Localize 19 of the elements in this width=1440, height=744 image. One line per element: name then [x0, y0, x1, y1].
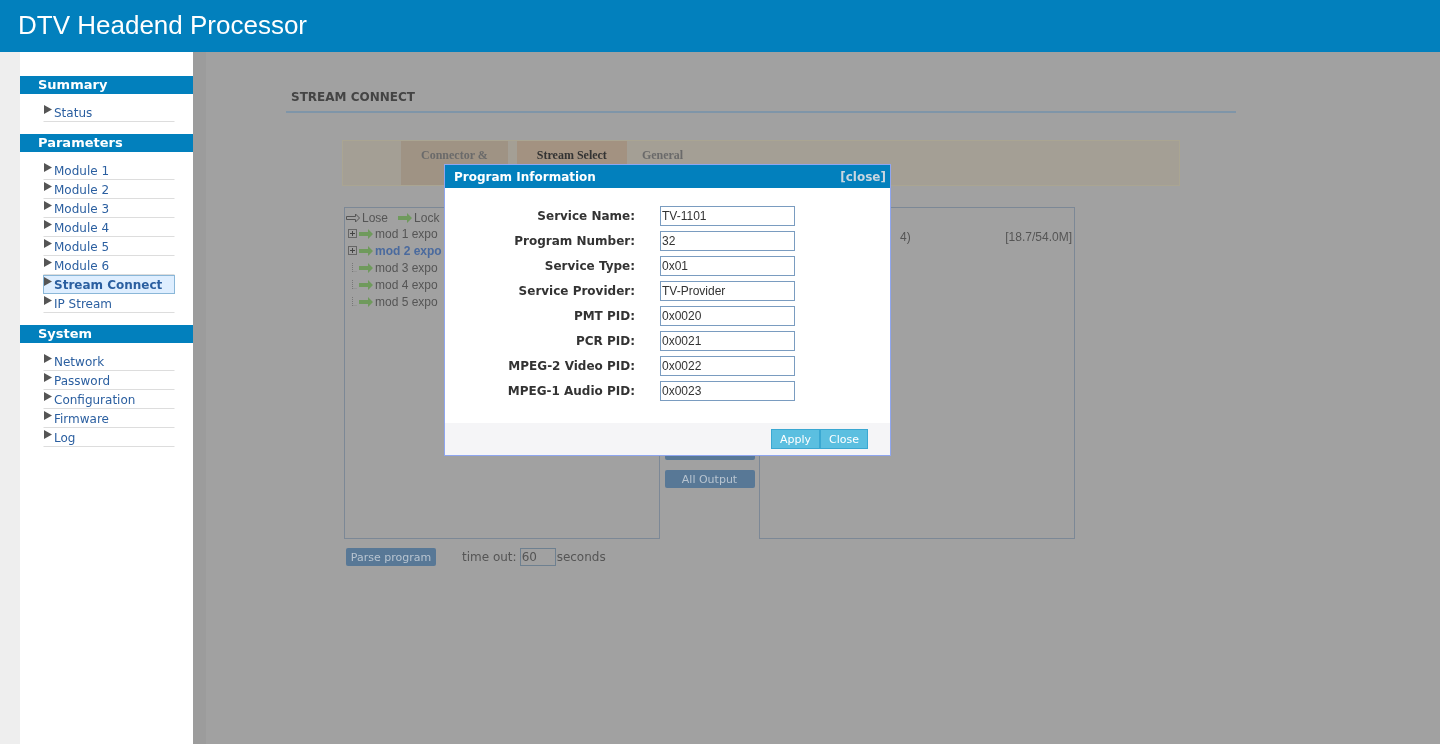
sidebar-section-header: System [20, 325, 193, 343]
output-rate: [18.7/54.0M] [1005, 230, 1072, 244]
output-text: 4) [900, 230, 911, 244]
field-label: MPEG-1 Audio PID: [506, 384, 635, 398]
field-label: MPEG-2 Video PID: [507, 359, 635, 373]
field-label: Service Provider: [517, 284, 635, 298]
app-title: DTV Headend Processor [18, 10, 308, 41]
field-label: PMT PID: [572, 309, 635, 323]
field-label: Program Number: [513, 234, 635, 248]
timeout-unit: seconds [556, 550, 606, 564]
page-title: STREAM CONNECT [286, 90, 1236, 113]
field-label: Service Type: [543, 259, 635, 273]
legend-label: Lose [362, 211, 389, 225]
field-label: PCR PID: [574, 334, 635, 348]
sidebar-section-header: Summary [20, 76, 193, 94]
timeout-label: time out: [462, 550, 517, 564]
field-label: Service Name: [536, 209, 635, 223]
sidebar-section-header: Parameters [20, 134, 193, 152]
legend-label: Lock [414, 211, 440, 225]
